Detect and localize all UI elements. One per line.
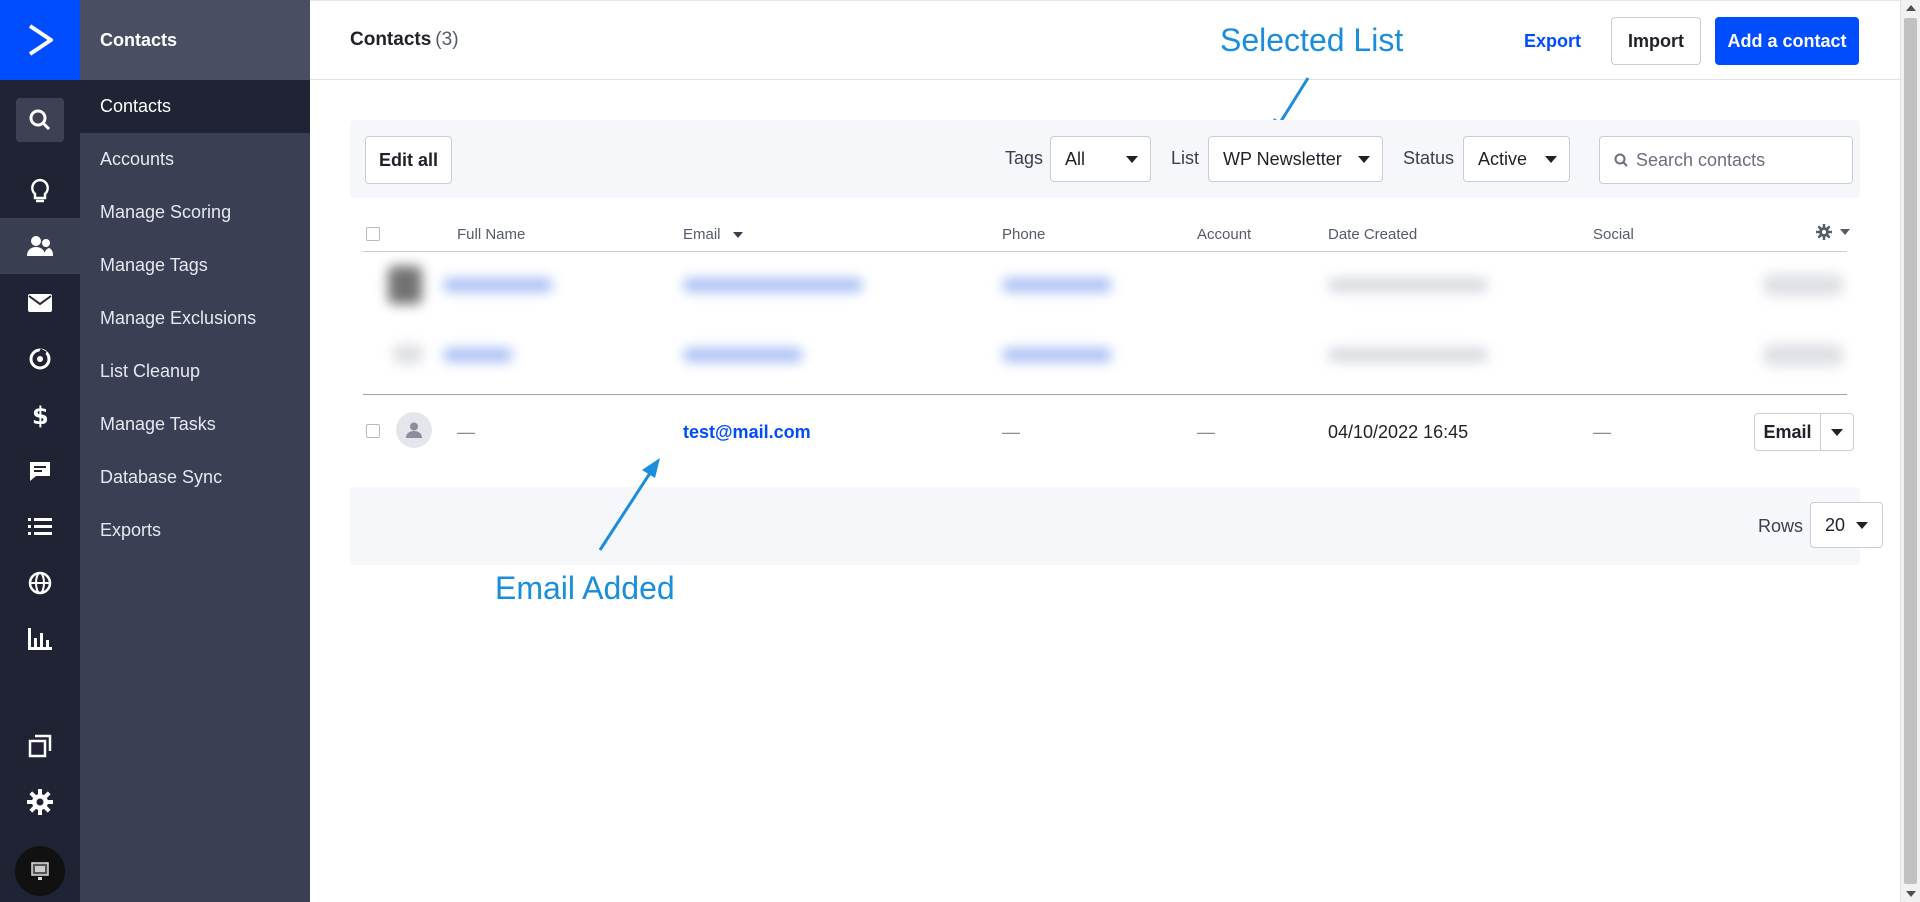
main-content: Contacts (3) Export Import Add a contact … (310, 0, 1900, 902)
search-icon (16, 98, 64, 142)
dollar-icon[interactable]: $ (0, 387, 80, 443)
subnav-item-manage-scoring[interactable]: Manage Scoring (80, 186, 310, 239)
svg-text:$: $ (32, 402, 49, 428)
person-icon (406, 422, 422, 438)
envelope-icon[interactable] (0, 275, 80, 331)
email-split-button: Email (1754, 413, 1854, 451)
contacts-icon[interactable] (0, 218, 80, 274)
chevron-down-icon (1545, 156, 1557, 163)
import-button[interactable]: Import (1611, 17, 1701, 65)
rows-per-page-select[interactable]: 20 (1810, 502, 1883, 548)
email-action-dropdown-chevron-icon[interactable] (1821, 414, 1853, 450)
page-title-text: Contacts (350, 29, 432, 50)
search-icon (1614, 153, 1628, 167)
annotation-selected-list: Selected List (1220, 22, 1404, 58)
subnav-title: Contacts (80, 0, 310, 80)
redacted-table-row (363, 322, 1847, 392)
annotation-email-added: Email Added (495, 570, 675, 606)
cell-date-created: 04/10/2022 16:45 (1328, 422, 1469, 442)
user-avatar[interactable] (15, 846, 65, 896)
scroll-up-arrow-icon[interactable] (1906, 5, 1916, 11)
subnav-item-contacts[interactable]: Contacts (80, 80, 310, 133)
select-all-checkbox[interactable] (366, 227, 380, 241)
scrollbar-thumb[interactable] (1904, 18, 1917, 884)
edit-all-button[interactable]: Edit all (365, 136, 452, 184)
tags-filter-label: Tags (1005, 148, 1044, 168)
subnav-item-manage-tags[interactable]: Manage Tags (80, 239, 310, 292)
status-filter-select[interactable]: Active (1463, 136, 1570, 182)
column-social[interactable]: Social (1593, 226, 1634, 243)
cell-social: — (1593, 422, 1611, 442)
bar-chart-icon[interactable] (0, 611, 80, 667)
add-contact-button[interactable]: Add a contact (1715, 17, 1859, 65)
search-contacts-input[interactable] (1636, 149, 1836, 171)
lightbulb-icon[interactable] (0, 163, 80, 219)
row-checkbox[interactable] (366, 424, 380, 438)
globe-icon[interactable] (0, 555, 80, 611)
table-header: Full Name Email Phone Account Date Creat… (363, 220, 1850, 252)
contact-avatar (396, 412, 432, 448)
column-phone[interactable]: Phone (1002, 226, 1045, 243)
page-header: Contacts (3) Export Import Add a contact (310, 0, 1900, 80)
filter-bar: Edit all Tags All List WP Newsletter Sta… (350, 120, 1860, 198)
status-filter-value: Active (1478, 148, 1528, 169)
scroll-down-arrow-icon[interactable] (1906, 891, 1916, 897)
rows-per-page-label: Rows (1758, 516, 1804, 536)
page-title: Contacts (3) (350, 29, 459, 51)
chevron-down-icon (1856, 522, 1868, 529)
column-email[interactable]: Email (683, 226, 743, 243)
subnav-item-accounts[interactable]: Accounts (80, 133, 310, 186)
contacts-subnav: Contacts Contacts Accounts Manage Scorin… (80, 0, 310, 902)
chat-icon[interactable] (0, 443, 80, 499)
redacted-table-row (363, 252, 1847, 322)
sort-caret-down-icon (732, 232, 743, 239)
tags-filter-value: All (1065, 148, 1086, 169)
subnav-item-list-cleanup[interactable]: List Cleanup (80, 345, 310, 398)
pages-icon[interactable] (0, 718, 80, 774)
column-date-created[interactable]: Date Created (1328, 226, 1417, 243)
subnav-item-exports[interactable]: Exports (80, 504, 310, 557)
list-filter-select[interactable]: WP Newsletter (1208, 136, 1383, 182)
gear-icon[interactable] (0, 774, 80, 830)
list-filter-label: List (1171, 148, 1200, 168)
icon-rail: $ (0, 0, 80, 902)
column-full-name[interactable]: Full Name (457, 226, 525, 243)
table-footer: Rows 20 (350, 487, 1883, 565)
list-icon[interactable] (0, 499, 80, 555)
contact-count: (3) (435, 29, 459, 50)
cell-full-name: — (457, 422, 475, 442)
cell-account: — (1197, 422, 1215, 442)
email-action-button[interactable]: Email (1755, 414, 1821, 450)
rows-per-page-value: 20 (1825, 514, 1846, 535)
search-icon-button[interactable] (0, 92, 80, 148)
column-account[interactable]: Account (1197, 226, 1251, 243)
column-settings-gear-icon[interactable] (1816, 224, 1850, 240)
cell-email-link[interactable]: test@mail.com (683, 422, 811, 443)
list-filter-value: WP Newsletter (1223, 148, 1342, 169)
cell-phone: — (1002, 422, 1020, 442)
subnav-item-manage-tasks[interactable]: Manage Tasks (80, 398, 310, 451)
chevron-down-icon (1126, 156, 1138, 163)
status-filter-label: Status (1403, 148, 1455, 168)
subnav-item-database-sync[interactable]: Database Sync (80, 451, 310, 504)
column-email-label: Email (683, 226, 721, 243)
row-divider (363, 394, 1847, 395)
search-contacts-field[interactable] (1599, 136, 1853, 184)
automation-icon[interactable] (0, 331, 80, 387)
tags-filter-select[interactable]: All (1050, 136, 1151, 182)
chevron-down-icon (1358, 156, 1370, 163)
export-button[interactable]: Export (1524, 17, 1581, 65)
annotation-arrow-email-added (598, 458, 660, 551)
subnav-item-manage-exclusions[interactable]: Manage Exclusions (80, 292, 310, 345)
logo-chevron-right-icon[interactable] (0, 0, 80, 80)
chevron-down-icon (1840, 229, 1850, 235)
window-scrollbar[interactable] (1900, 0, 1920, 902)
